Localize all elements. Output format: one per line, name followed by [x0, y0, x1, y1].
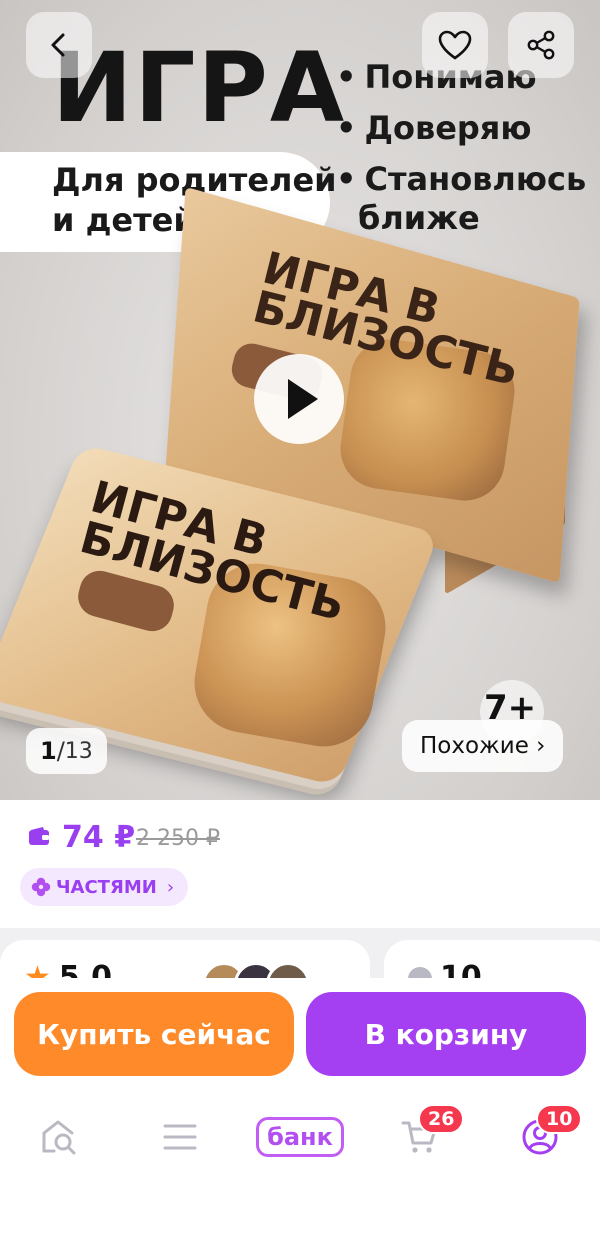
play-video-button[interactable]: [254, 354, 344, 444]
counter-current: 1: [40, 737, 57, 765]
chevron-left-icon: [51, 33, 65, 57]
image-bullets: Понимаю Доверяю Становлюсь ближе: [336, 52, 586, 244]
home-search-icon: [42, 1120, 76, 1155]
clover-icon: [31, 877, 51, 897]
nav-bank[interactable]: банк: [256, 1110, 344, 1164]
nav-catalog[interactable]: [150, 1110, 210, 1164]
counter-total: 13: [64, 738, 93, 764]
play-icon: [288, 379, 318, 419]
cart-badge: 26: [418, 1104, 465, 1134]
profile-badge: 10: [536, 1104, 583, 1134]
chevron-right-icon: ›: [166, 876, 175, 898]
share-icon: [527, 30, 555, 60]
old-price: 2 250 ₽: [136, 826, 220, 851]
image-counter: 1 / 13: [26, 728, 107, 774]
product-gallery[interactable]: ИГРА Для родителей и детей Понимаю Довер…: [0, 0, 600, 800]
installments-button[interactable]: ЧАСТЯМИ ›: [20, 868, 189, 906]
similar-button[interactable]: Похожие ›: [402, 720, 564, 772]
image-title: ИГРА: [52, 32, 347, 144]
menu-icon: [163, 1124, 197, 1150]
share-button[interactable]: [508, 12, 574, 78]
counter-separator: /: [56, 737, 65, 765]
heart-icon: [438, 30, 472, 60]
favorite-button[interactable]: [422, 12, 488, 78]
bank-label: банк: [256, 1117, 344, 1157]
buy-now-button[interactable]: Купить сейчас: [14, 992, 294, 1076]
nav-home[interactable]: [30, 1110, 90, 1164]
installments-label: ЧАСТЯМИ: [56, 876, 157, 898]
wallet-icon: [29, 827, 49, 845]
bullet-2: Доверяю: [336, 103, 586, 154]
add-to-cart-button[interactable]: В корзину: [306, 992, 586, 1076]
current-price: 74 ₽: [62, 820, 136, 855]
back-button[interactable]: [26, 12, 92, 78]
